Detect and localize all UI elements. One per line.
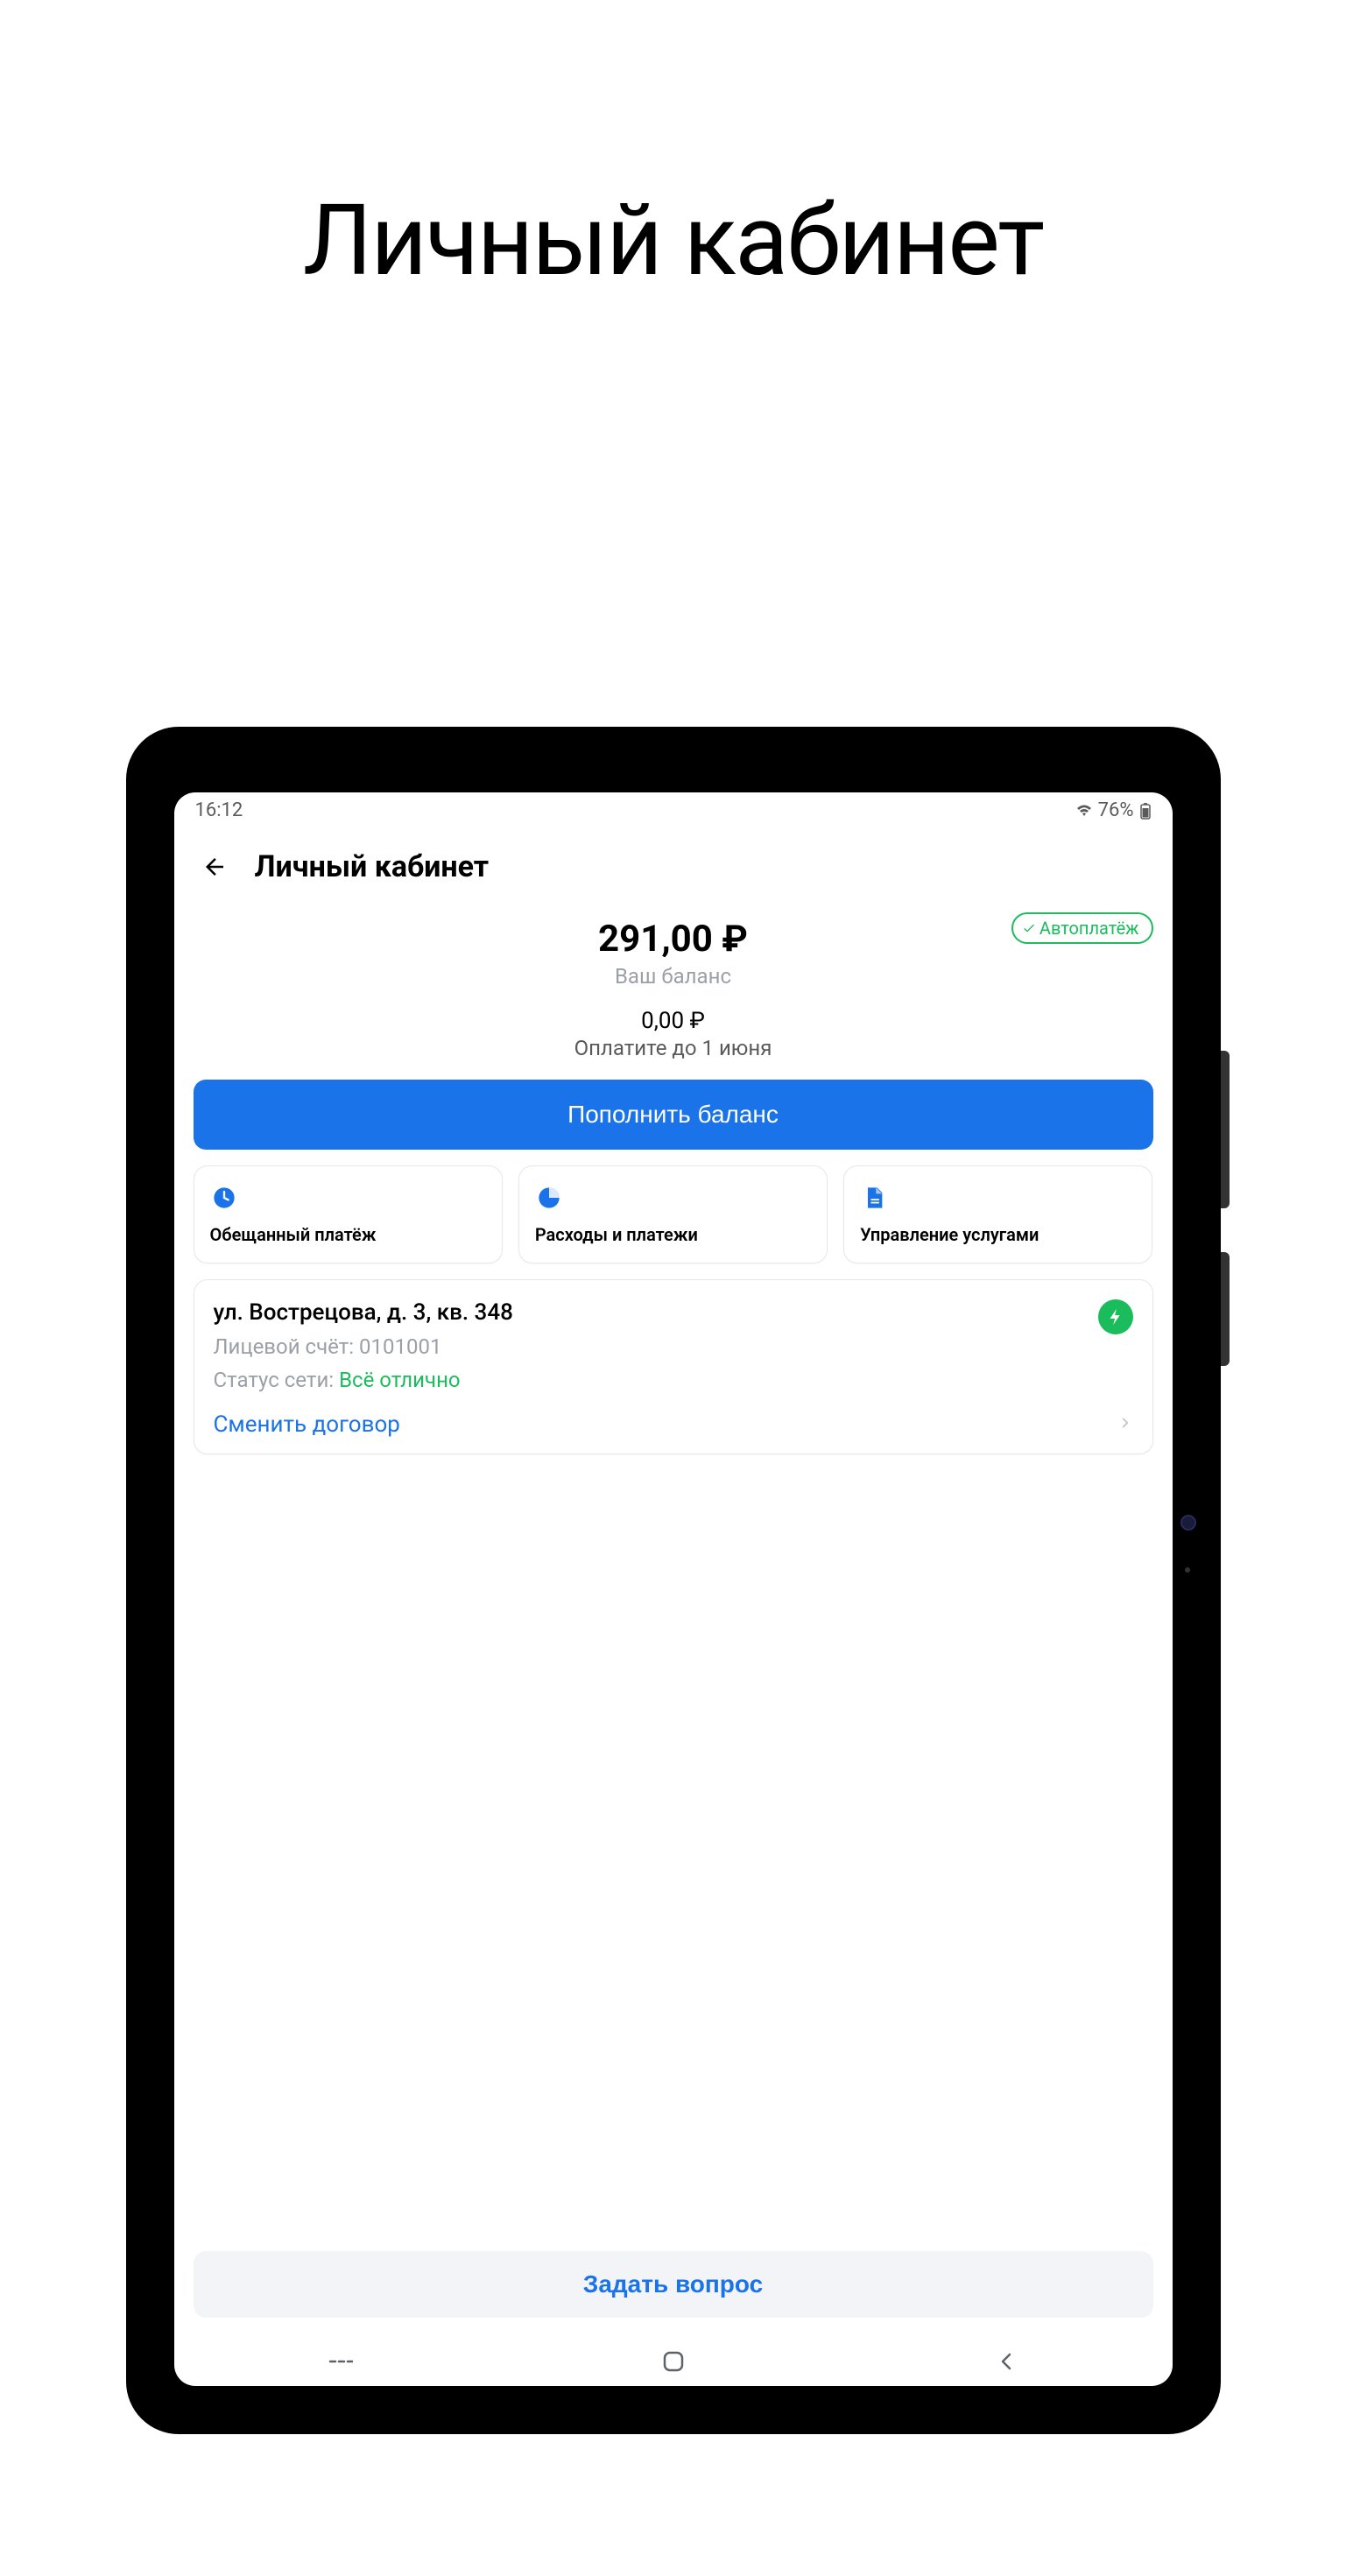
account-number: Лицевой счёт: 0101001: [214, 1334, 1133, 1359]
check-icon: [1022, 921, 1036, 935]
autopay-badge[interactable]: Автоплатёж: [1011, 912, 1153, 944]
account-status: Статус сети: Всё отлично: [214, 1368, 1133, 1392]
due-label: Оплатите до 1 июня: [194, 1036, 1153, 1060]
nav-home-button[interactable]: [647, 2346, 700, 2377]
topup-button[interactable]: Пополнить баланс: [194, 1080, 1153, 1150]
document-icon: [860, 1184, 888, 1212]
tablet-power-button: [1221, 1252, 1230, 1366]
status-text-label: Статус сети:: [214, 1368, 340, 1392]
action-card-services[interactable]: Управление услугами: [843, 1165, 1152, 1263]
change-contract-label: Сменить договор: [214, 1411, 400, 1438]
app-title: Личный кабинет: [255, 849, 490, 884]
status-bar: 16:12 76%: [174, 792, 1173, 825]
balance-block: Автоплатёж 291,00 ₽ Ваш баланс 0,00 ₽ Оп…: [194, 902, 1153, 1150]
tablet-camera: [1180, 1515, 1196, 1531]
recents-icon: [328, 2352, 353, 2371]
bolt-badge: [1098, 1299, 1133, 1334]
account-address: ул. Вострецова, д. 3, кв. 348: [214, 1299, 1133, 1326]
action-card-promised-payment[interactable]: Обещанный платёж: [194, 1165, 503, 1263]
back-arrow-icon: [201, 854, 228, 880]
change-contract-row[interactable]: Сменить договор: [214, 1408, 1133, 1438]
clock-icon: [210, 1184, 238, 1212]
autopay-label: Автоплатёж: [1039, 918, 1139, 939]
battery-icon: [1139, 802, 1152, 820]
page-title: Личный кабинет: [0, 184, 1346, 299]
bolt-icon: [1106, 1307, 1125, 1327]
content: Автоплатёж 291,00 ₽ Ваш баланс 0,00 ₽ Оп…: [174, 902, 1173, 2239]
ask-button-wrapper: Задать вопрос: [174, 2239, 1173, 2330]
due-amount: 0,00 ₽: [194, 1008, 1153, 1034]
pie-chart-icon: [535, 1184, 563, 1212]
action-label: Расходы и платежи: [535, 1224, 811, 1245]
balance-label: Ваш баланс: [194, 964, 1153, 989]
home-icon: [662, 2350, 685, 2373]
tablet-frame: 16:12 76% Личный кабинет: [126, 727, 1221, 2434]
wifi-icon: [1075, 804, 1093, 818]
android-nav-bar: [174, 2330, 1173, 2386]
status-time: 16:12: [195, 799, 243, 821]
action-card-expenses[interactable]: Расходы и платежи: [518, 1165, 828, 1263]
account-card: ул. Вострецова, д. 3, кв. 348 Лицевой сч…: [194, 1279, 1153, 1454]
action-label: Управление услугами: [860, 1224, 1136, 1245]
chevron-right-icon: [1117, 1415, 1133, 1434]
action-label: Обещанный платёж: [210, 1224, 486, 1245]
tablet-volume-button: [1221, 1051, 1230, 1208]
spacer: [194, 1470, 1153, 2239]
balance-amount: 291,00 ₽: [194, 918, 1153, 961]
ask-question-button[interactable]: Задать вопрос: [194, 2251, 1153, 2318]
status-right: 76%: [1075, 799, 1152, 821]
status-value: Всё отлично: [339, 1368, 461, 1392]
nav-recents-button[interactable]: [314, 2346, 367, 2377]
back-button[interactable]: [199, 851, 230, 883]
app-header: Личный кабинет: [174, 825, 1173, 902]
nav-back-button[interactable]: [980, 2346, 1032, 2377]
battery-percent: 76%: [1098, 799, 1134, 821]
nav-back-icon: [997, 2350, 1015, 2373]
actions-row: Обещанный платёж Расходы и платежи Управ…: [194, 1165, 1153, 1263]
tablet-sensor: [1185, 1567, 1190, 1573]
screen: 16:12 76% Личный кабинет: [174, 792, 1173, 2386]
